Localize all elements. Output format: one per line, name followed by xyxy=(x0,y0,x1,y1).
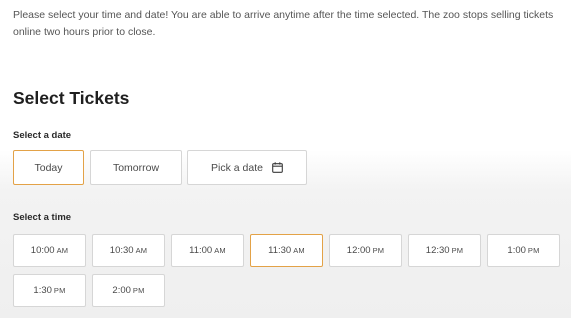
time-slot-time: 2:00 xyxy=(112,285,131,296)
time-slot-time: 11:00 xyxy=(189,245,213,256)
date-today-button[interactable]: Today xyxy=(13,150,84,185)
time-slot-time: 10:00 xyxy=(30,245,55,256)
time-label: Select a time xyxy=(13,212,72,223)
time-slot-button[interactable]: 10:30 AM xyxy=(92,234,165,267)
time-slot-time: 1:00 xyxy=(507,245,526,256)
time-slot-ampm: PM xyxy=(451,246,464,255)
time-slot-button[interactable]: 1:30 PM xyxy=(13,274,86,307)
time-slot-button[interactable]: 2:00 PM xyxy=(92,274,165,307)
time-slot-time: 12:30 xyxy=(425,245,450,256)
time-slot-button[interactable]: 1:00 PM xyxy=(487,234,560,267)
date-tomorrow-button[interactable]: Tomorrow xyxy=(90,150,182,185)
time-slot-ampm: PM xyxy=(372,246,385,255)
time-slot-ampm: PM xyxy=(53,286,66,295)
time-slot-time: 10:30 xyxy=(109,245,134,256)
time-slot-button[interactable]: 11:00 AM xyxy=(171,234,244,267)
time-slot-time: 12:00 xyxy=(346,245,371,256)
time-slot-ampm: PM xyxy=(132,286,145,295)
time-slot-ampm: AM xyxy=(293,246,305,255)
time-slot-time: 11:30 xyxy=(268,245,292,256)
calendar-icon xyxy=(272,162,283,173)
section-title: Select Tickets xyxy=(13,88,130,108)
intro-text: Please select your time and date! You ar… xyxy=(13,9,554,38)
pick-a-date-button[interactable]: Pick a date xyxy=(187,150,307,185)
time-slot-ampm: AM xyxy=(135,246,148,255)
time-slot-ampm: PM xyxy=(527,246,540,255)
time-slot-ampm: AM xyxy=(214,246,226,255)
time-slot-time: 1:30 xyxy=(33,285,52,296)
time-slot-ampm: AM xyxy=(56,246,69,255)
time-slot-button[interactable]: 10:00 AM xyxy=(13,234,86,267)
pick-a-date-label: Pick a date xyxy=(211,161,263,174)
time-slot-button[interactable]: 12:30 PM xyxy=(408,234,481,267)
time-slot-button[interactable]: 12:00 PM xyxy=(329,234,402,267)
date-label: Select a date xyxy=(13,130,72,141)
time-slot-button-selected[interactable]: 11:30 AM xyxy=(250,234,323,267)
